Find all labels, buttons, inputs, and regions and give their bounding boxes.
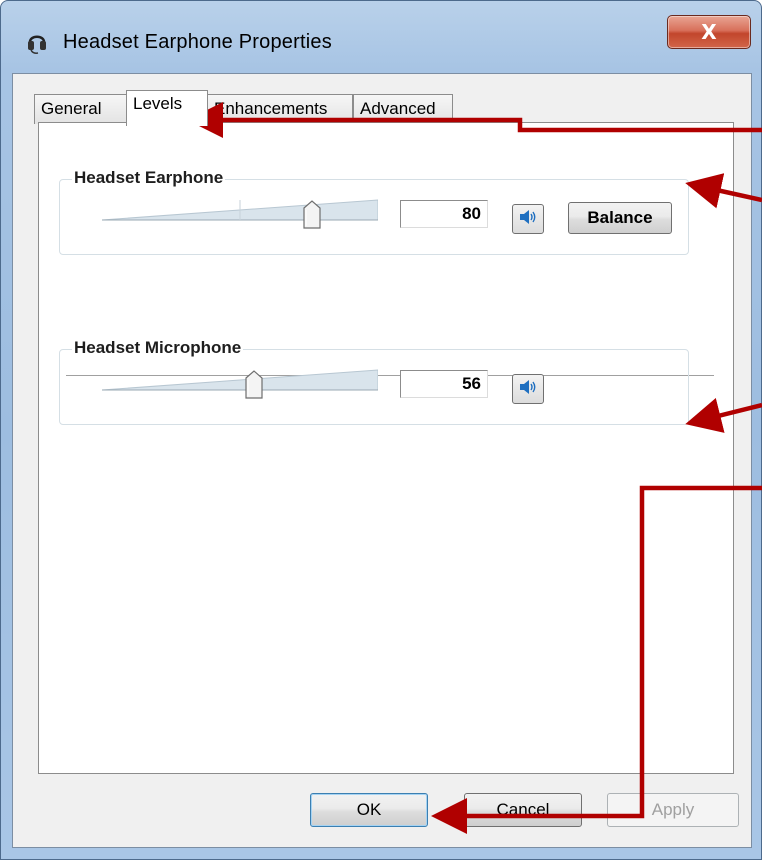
cancel-button[interactable]: Cancel [464, 793, 582, 827]
headset-icon [27, 31, 47, 55]
microphone-volume-slider[interactable] [102, 366, 378, 399]
microphone-level-value[interactable]: 56 [400, 370, 488, 398]
window-title: Headset Earphone Properties [63, 31, 332, 53]
tab-enhancements[interactable]: Enhancements [207, 94, 353, 124]
title-bar[interactable]: Headset Earphone Properties X [1, 1, 761, 73]
tab-advanced[interactable]: Advanced [353, 94, 453, 124]
tab-general[interactable]: General [34, 94, 128, 124]
properties-window: Headset Earphone Properties X General Le… [0, 0, 762, 860]
microphone-group-label: Headset Microphone [72, 338, 244, 358]
earphone-volume-slider[interactable] [102, 196, 378, 229]
earphone-slider-thumb[interactable] [303, 200, 321, 230]
slider-track [102, 369, 378, 391]
speaker-icon [518, 208, 538, 231]
earphone-group: Headset Earphone 80 Balance [59, 168, 689, 255]
slider-track [102, 199, 378, 221]
speaker-icon [518, 378, 538, 401]
close-icon: X [701, 20, 717, 44]
earphone-mute-button[interactable] [512, 204, 544, 234]
microphone-mute-button[interactable] [512, 374, 544, 404]
tab-levels[interactable]: Levels [126, 90, 208, 126]
dialog-client-area: General Levels Enhancements Advanced Hea… [12, 73, 752, 848]
levels-tab-page: Headset Earphone 80 Balance Headset Micr… [38, 122, 734, 774]
microphone-group: Headset Microphone 56 [59, 338, 689, 425]
earphone-group-label: Headset Earphone [72, 168, 226, 188]
balance-button[interactable]: Balance [568, 202, 672, 234]
close-button[interactable]: X [667, 15, 751, 49]
apply-button[interactable]: Apply [607, 793, 739, 827]
earphone-level-value[interactable]: 80 [400, 200, 488, 228]
ok-button[interactable]: OK [310, 793, 428, 827]
microphone-slider-thumb[interactable] [245, 370, 263, 400]
